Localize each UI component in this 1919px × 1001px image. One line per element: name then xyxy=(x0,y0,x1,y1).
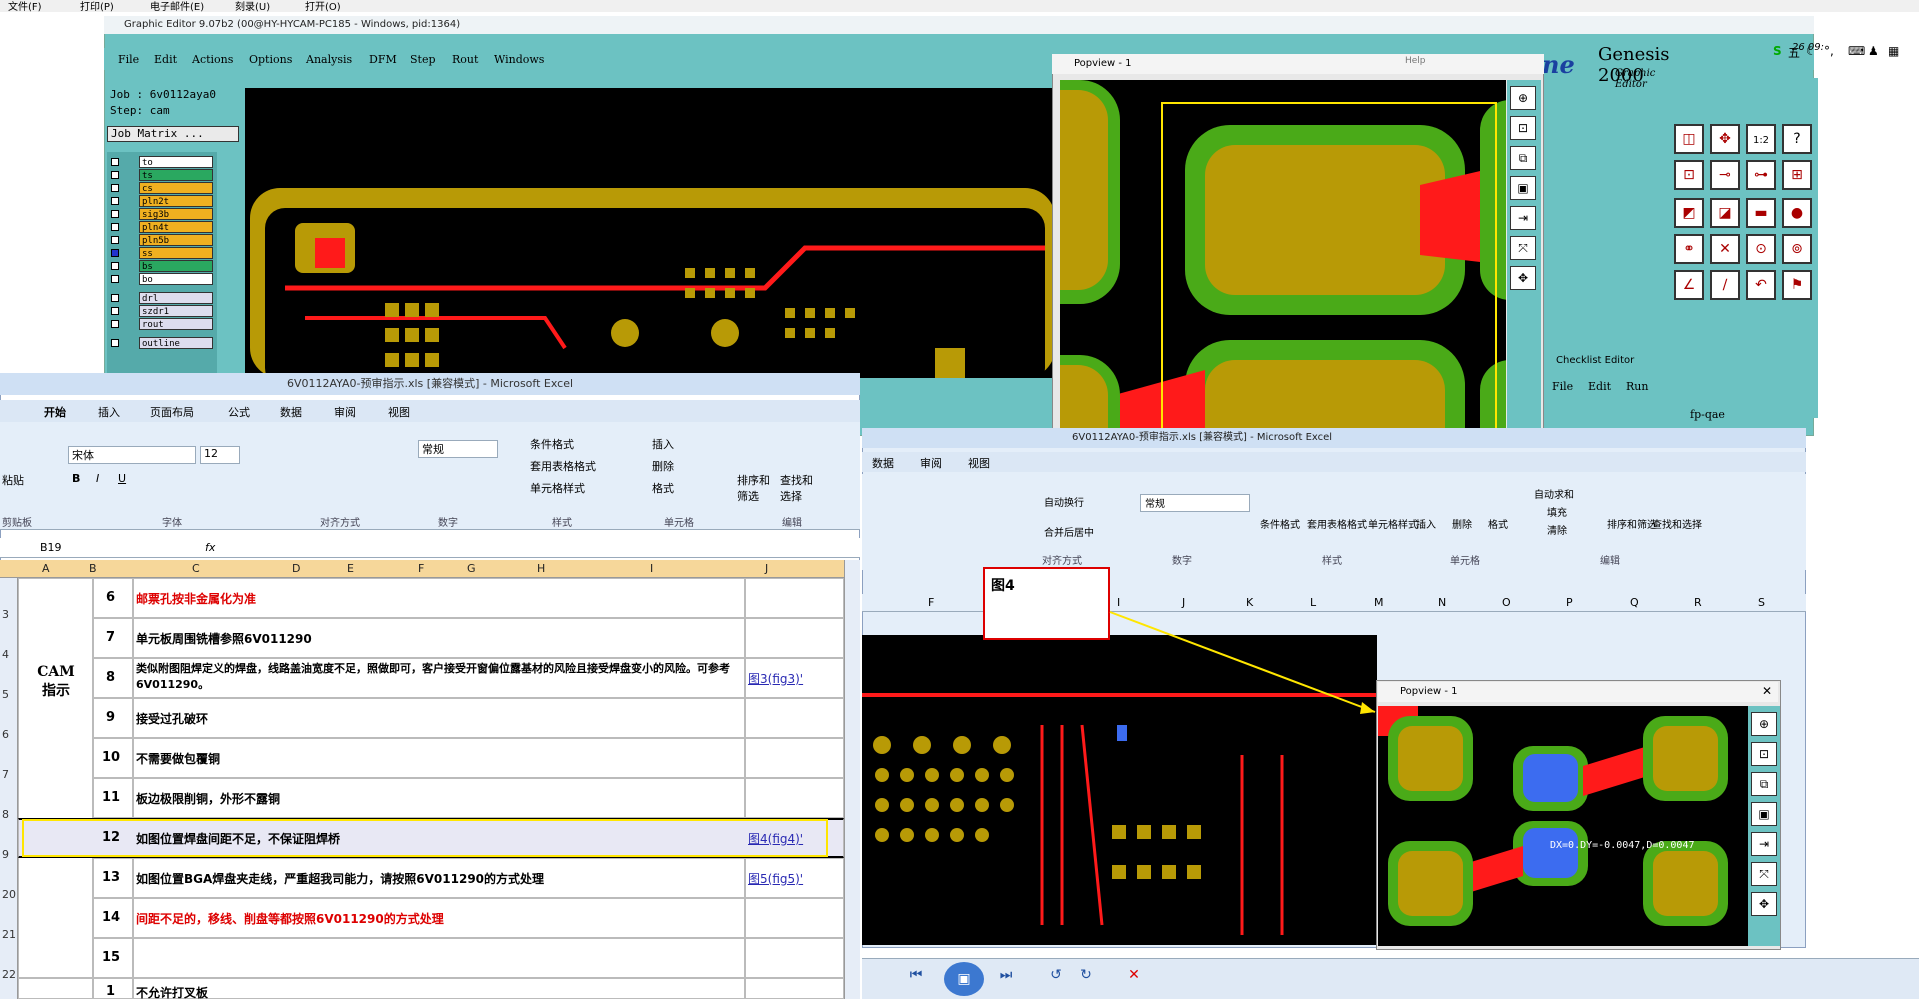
tab-view[interactable]: 视图 xyxy=(388,404,410,420)
prev-icon[interactable]: ⏮ xyxy=(902,967,930,989)
measure-readout: DX=0.DY=-0.0047,D=0.0047 xyxy=(1550,840,1695,851)
tab-data[interactable]: 数据 xyxy=(280,404,302,420)
next-icon[interactable]: ⏭ xyxy=(992,967,1020,989)
popview2-title: Popview - 1 xyxy=(1378,682,1778,702)
rotate-left-icon[interactable]: ↺ xyxy=(1042,967,1070,989)
number-format-select[interactable]: 常规 xyxy=(418,440,498,458)
insert-button[interactable]: 插入 xyxy=(652,436,674,452)
pv2-export-icon[interactable]: ⇥ xyxy=(1751,832,1777,856)
viewer-toolbar: ⏮ ▣ ⏭ ↺ ↻ ✕ xyxy=(862,958,1919,999)
name-box[interactable]: B19 xyxy=(40,541,62,554)
fig5-link[interactable]: 图5(fig5)' xyxy=(748,870,803,887)
row-highlight xyxy=(22,819,828,857)
slideshow-icon[interactable]: ▣ xyxy=(944,962,984,996)
cond-format-button[interactable]: 条件格式 xyxy=(530,436,574,452)
sort-button[interactable]: 排序和筛选 xyxy=(737,472,777,504)
pv2-copy-icon[interactable]: ⧉ xyxy=(1751,772,1777,796)
font-size-select[interactable]: 12 xyxy=(200,446,240,464)
delete-icon[interactable]: ✕ xyxy=(1120,967,1148,989)
row-headers: 3 4 5 6 7 8 9 20 21 22 xyxy=(0,578,18,999)
bold-button[interactable]: B xyxy=(72,472,80,485)
find-button[interactable]: 查找和选择 xyxy=(780,472,820,504)
tab-layout[interactable]: 页面布局 xyxy=(150,404,194,420)
popview2-close-icon[interactable]: ✕ xyxy=(1762,684,1772,698)
delete-button[interactable]: 删除 xyxy=(652,458,674,474)
fig3-link[interactable]: 图3(fig3)' xyxy=(748,670,803,687)
tab-formulas[interactable]: 公式 xyxy=(228,404,250,420)
tab-review[interactable]: 审阅 xyxy=(334,404,356,420)
format-button[interactable]: 格式 xyxy=(652,480,674,496)
popview2-graphic xyxy=(1378,706,1748,946)
excel-left-title: 6V0112AYA0-预审指示.xls [兼容模式] - Microsoft E… xyxy=(0,373,860,395)
tab-insert[interactable]: 插入 xyxy=(98,404,120,420)
pv2-fit-icon[interactable]: ⊡ xyxy=(1751,742,1777,766)
fx-icon[interactable]: fx xyxy=(205,541,215,554)
pv2-expand-icon[interactable]: ⤧ xyxy=(1751,862,1777,886)
underline-button[interactable]: U xyxy=(118,472,126,485)
column-headers: A B C D E F G H I J xyxy=(0,560,860,578)
tab-home[interactable]: 开始 xyxy=(44,404,66,420)
pv2-zoom-icon[interactable]: ⊕ xyxy=(1751,712,1777,736)
pv2-move-icon[interactable]: ✥ xyxy=(1751,892,1777,916)
table-format-button[interactable]: 套用表格格式 xyxy=(530,458,596,474)
sheet-grid[interactable]: CAM 指示 6 邮票孔按非金属化为准 7 单元板周围铣槽参照6V011290 … xyxy=(18,578,844,1000)
pv2-save-icon[interactable]: ▣ xyxy=(1751,802,1777,826)
formula-bar: B19 fx xyxy=(0,538,860,558)
popview2-canvas[interactable]: DX=0.DY=-0.0047,D=0.0047 xyxy=(1378,706,1748,946)
rotate-right-icon[interactable]: ↻ xyxy=(1072,967,1100,989)
excel-left-ribbon: 粘贴 宋体 12 B I U 常规 条件格式 套用表格格式 单元格样式 插入 删… xyxy=(0,422,860,530)
vertical-scrollbar[interactable] xyxy=(844,560,860,999)
cell-style-button[interactable]: 单元格样式 xyxy=(530,480,585,496)
popview2-tools: ⊕ ⊡ ⧉ ▣ ⇥ ⤧ ✥ xyxy=(1748,706,1780,946)
italic-button[interactable]: I xyxy=(96,472,99,485)
font-select[interactable]: 宋体 xyxy=(68,446,196,464)
excel-left-tabs: 开始 插入 页面布局 公式 数据 审阅 视图 xyxy=(0,400,860,422)
cam-instruction-label: CAM 指示 xyxy=(37,664,75,699)
paste-button[interactable]: 粘贴 xyxy=(2,472,24,488)
